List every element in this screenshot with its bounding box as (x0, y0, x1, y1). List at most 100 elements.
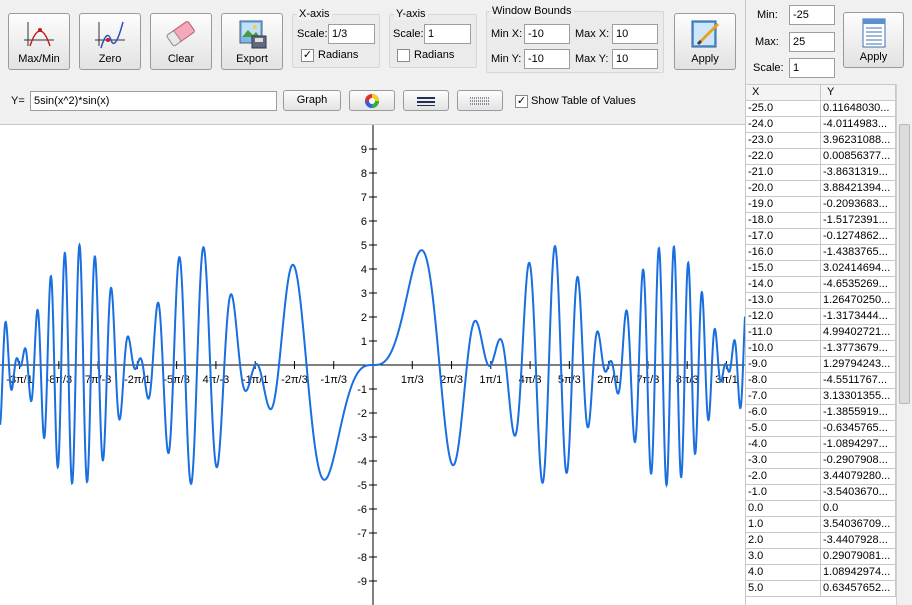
y-tick-label: -9 (357, 576, 367, 588)
export-label: Export (236, 53, 268, 65)
zero-button[interactable]: Zero (79, 13, 141, 70)
table-cell-y: 3.02414694... (821, 261, 896, 277)
table-row[interactable]: -17.0 -0.1274862... (746, 229, 896, 245)
maxx-input[interactable]: 10 (612, 24, 658, 44)
maxy-input[interactable]: 10 (612, 49, 658, 69)
color-button[interactable] (349, 90, 395, 111)
table-row[interactable]: 3.0 0.29079081... (746, 549, 896, 565)
y-tick-label: -5 (357, 480, 367, 492)
table-cell-x: -21.0 (746, 165, 821, 181)
table-cell-y: -3.4407928... (821, 533, 896, 549)
equation-input[interactable]: 5sin(x^2)*sin(x) (30, 91, 277, 111)
x-tick-label: -1π/1 (242, 374, 269, 386)
table-cell-y: -0.6345765... (821, 421, 896, 437)
table-cell-x: -11.0 (746, 325, 821, 341)
table-cell-y: -1.3773679... (821, 341, 896, 357)
table-row[interactable]: 5.0 0.63457652... (746, 581, 896, 597)
line-dotted-button[interactable] (457, 90, 503, 111)
table-cell-y: 3.96231088... (821, 133, 896, 149)
table-row[interactable]: -9.0 1.29794243... (746, 357, 896, 373)
table-row[interactable]: -25.0 0.11648030... (746, 101, 896, 117)
table-cell-x: -13.0 (746, 293, 821, 309)
table-row[interactable]: 1.0 3.54036709... (746, 517, 896, 533)
table-cell-x: -24.0 (746, 117, 821, 133)
graph-canvas[interactable]: -3π/1 -8π/3 7π/-3 -2π/1 -5π/3 4π/-3 -1π/1 -2π/3… (0, 125, 745, 605)
export-button[interactable]: Export (221, 13, 283, 70)
y-tick-label: -6 (357, 504, 367, 516)
table-cell-y: 1.26470250... (821, 293, 896, 309)
table-row[interactable]: -23.0 3.96231088... (746, 133, 896, 149)
table-row[interactable]: -8.0 -4.5511767... (746, 373, 896, 389)
table-row[interactable]: -24.0 -4.0114983... (746, 117, 896, 133)
table-row[interactable]: 0.0 0.0 (746, 501, 896, 517)
table-row[interactable]: -7.0 3.13301355... (746, 389, 896, 405)
table-max-input[interactable]: 25 (789, 32, 835, 52)
table-cell-y: 4.99402721... (821, 325, 896, 341)
graph-area[interactable]: -3π/1 -8π/3 7π/-3 -2π/1 -5π/3 4π/-3 -1π/1 -2π/3… (0, 125, 745, 605)
table-cell-x: -19.0 (746, 197, 821, 213)
table-row[interactable]: -19.0 -0.2093683... (746, 197, 896, 213)
table-cell-y: 0.00856377... (821, 149, 896, 165)
table-row[interactable]: -10.0 -1.3773679... (746, 341, 896, 357)
table-cell-x: -9.0 (746, 357, 821, 373)
line-style-button[interactable] (403, 90, 449, 111)
yaxis-radians-checkbox[interactable] (397, 49, 410, 62)
xaxis-radians-checkbox[interactable]: ✓ (301, 49, 314, 62)
table-cell-x: -2.0 (746, 469, 821, 485)
table-header-x: X (746, 85, 821, 101)
table-row[interactable]: -3.0 -0.2907908... (746, 453, 896, 469)
table-row[interactable]: -5.0 -0.6345765... (746, 421, 896, 437)
miny-label: Min Y: (491, 53, 522, 65)
values-table[interactable]: X Y -25.0 0.11648030... -24.0 -4.0114983...… (746, 84, 896, 605)
show-table-checkbox[interactable]: ✓ (515, 95, 528, 108)
maxy-label: Max Y: (575, 53, 609, 65)
graph-button[interactable]: Graph (283, 90, 341, 111)
clear-button[interactable]: Clear (150, 13, 212, 70)
table-row[interactable]: -6.0 -1.3855919... (746, 405, 896, 421)
table-row[interactable]: -14.0 -4.6535269... (746, 277, 896, 293)
table-row[interactable]: -13.0 1.26470250... (746, 293, 896, 309)
table-scrollbar[interactable] (896, 84, 912, 605)
table-row[interactable]: -16.0 -1.4383765... (746, 245, 896, 261)
table-row[interactable]: -4.0 -1.0894297... (746, 437, 896, 453)
table-row[interactable]: -22.0 0.00856377... (746, 149, 896, 165)
table-cell-x: 4.0 (746, 565, 821, 581)
table-header-y: Y (821, 85, 896, 101)
apply-bounds-label: Apply (691, 53, 719, 65)
table-cell-y: 0.63457652... (821, 581, 896, 597)
miny-input[interactable]: -10 (524, 49, 570, 69)
yaxis-scale-input[interactable]: 1 (424, 24, 471, 44)
clear-label: Clear (167, 53, 195, 65)
table-row[interactable]: 2.0 -3.4407928... (746, 533, 896, 549)
table-row[interactable]: 4.0 1.08942974... (746, 565, 896, 581)
minx-input[interactable]: -10 (524, 24, 570, 44)
table-cell-y: -1.4383765... (821, 245, 896, 261)
table-row[interactable]: -2.0 3.44079280... (746, 469, 896, 485)
table-cell-x: -1.0 (746, 485, 821, 501)
line-dotted-icon (470, 97, 490, 105)
table-row[interactable]: -11.0 4.99402721... (746, 325, 896, 341)
table-cell-x: -18.0 (746, 213, 821, 229)
table-row[interactable]: -18.0 -1.5172391... (746, 213, 896, 229)
table-panel: Min: -25 Max: 25 Scale: 1 Apply X Y -25.… (745, 0, 912, 605)
table-row[interactable]: -12.0 -1.3173444... (746, 309, 896, 325)
table-row[interactable]: -21.0 -3.8631319... (746, 165, 896, 181)
table-row[interactable]: -15.0 3.02414694... (746, 261, 896, 277)
table-cell-y: -1.3173444... (821, 309, 896, 325)
xaxis-scale-input[interactable]: 1/3 (328, 24, 375, 44)
table-cell-x: -15.0 (746, 261, 821, 277)
table-row[interactable]: -20.0 3.88421394... (746, 181, 896, 197)
table-cell-y: -4.5511767... (821, 373, 896, 389)
table-scrollbar-thumb[interactable] (899, 124, 910, 404)
table-row[interactable]: -1.0 -3.5403670... (746, 485, 896, 501)
y-tick-label: -4 (357, 456, 367, 468)
table-cell-x: -10.0 (746, 341, 821, 357)
table-cell-x: -14.0 (746, 277, 821, 293)
table-cell-y: -0.1274862... (821, 229, 896, 245)
maxmin-button[interactable]: Max/Min (8, 13, 70, 70)
apply-bounds-button[interactable]: Apply (674, 13, 736, 70)
table-apply-button[interactable]: Apply (843, 12, 904, 68)
table-min-input[interactable]: -25 (789, 5, 835, 25)
table-scale-input[interactable]: 1 (789, 58, 835, 78)
table-cell-y: -0.2907908... (821, 453, 896, 469)
